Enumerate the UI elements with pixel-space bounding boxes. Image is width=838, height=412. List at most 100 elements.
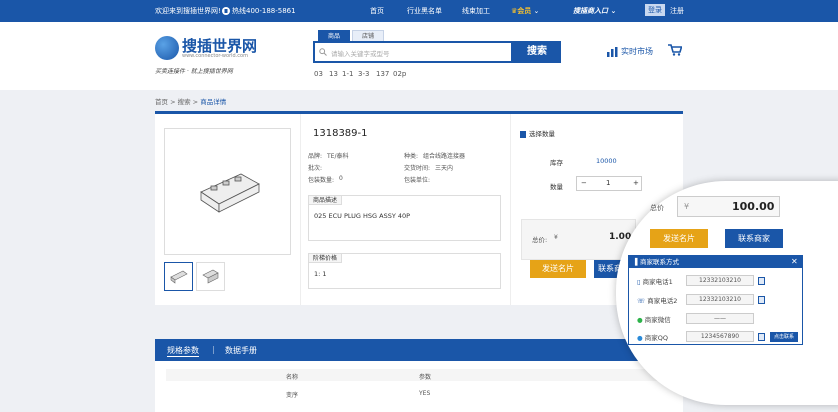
type-label: 种类: — [404, 153, 419, 160]
slogan: 买卖连接件 · 就上搜插世界网 — [155, 68, 233, 75]
description-text: 025 ECU PLUG HSG ASSY 40P — [314, 212, 411, 220]
market-link-label: 实时市场 — [621, 47, 653, 56]
ladder-price-box: 阶梯价格 1: 1 — [308, 253, 501, 289]
breadcrumb: 首页 > 搜索 > 商品详情 — [155, 96, 226, 106]
doc-icon — [520, 130, 526, 138]
register-link[interactable]: 注册 — [670, 6, 684, 16]
header-name: 名称 — [286, 374, 299, 381]
hotline: 热线400-188-5861 — [222, 6, 296, 16]
nav-member[interactable]: ♛会员 ⌄ — [511, 6, 539, 16]
welcome-text: 欢迎来到搜插世界网! — [155, 7, 221, 15]
breadcrumb-search[interactable]: 搜索 — [178, 98, 191, 106]
search-placeholder: 请输入关键字或型号 — [331, 50, 390, 58]
copy-icon[interactable] — [758, 277, 765, 285]
qq-icon: ● — [637, 334, 643, 342]
breadcrumb-separator: > — [170, 98, 178, 106]
phone1-label: 商家电话1 — [642, 278, 673, 286]
zoom-send-card-button[interactable]: 发送名片 — [650, 229, 708, 248]
copy-icon[interactable] — [758, 296, 765, 304]
hot-keyword[interactable]: 1-1 — [342, 70, 353, 78]
quantity-heading-text: 选择数量 — [529, 130, 555, 138]
delivery-value: 三天内 — [435, 165, 454, 172]
wechat-icon: ● — [637, 316, 643, 324]
cart-icon[interactable] — [668, 44, 682, 56]
qq-field: 1234567890 — [686, 331, 754, 342]
product-image[interactable] — [164, 128, 291, 255]
phone1-field: 12332103210 — [686, 275, 754, 286]
brand-value: TE/泰科 — [327, 153, 349, 160]
pack-qty-value: 0 — [339, 175, 343, 182]
contact-panel: ▌商家联系方式 ✕ ▯ 商家电话1 12332103210 ☏ 商家电话2 12… — [628, 255, 803, 345]
nav-seller-entry[interactable]: 搜插商入口 ⌄ — [573, 6, 616, 16]
qty-plus-button[interactable]: + — [633, 179, 639, 187]
nav-member-label: 会员 — [517, 7, 532, 15]
total-label: 总价: — [532, 236, 548, 244]
brand-label: 品牌: — [308, 153, 323, 160]
thumbnail[interactable] — [196, 262, 225, 291]
wechat-label: 商家微信 — [644, 316, 671, 324]
currency: ¥ — [554, 234, 558, 241]
ladder-price-text: 1: 1 — [314, 270, 327, 278]
hot-keyword[interactable]: 03 — [314, 70, 323, 78]
qq-row: ● 商家QQ — [637, 332, 668, 342]
part-number: 1318389-1 — [313, 128, 368, 139]
search-tab-products[interactable]: 商品 — [318, 30, 350, 41]
contact-panel-title: 商家联系方式 — [640, 258, 679, 266]
tab-datasheet[interactable]: 数据手册 — [225, 345, 257, 356]
hot-keyword[interactable]: 3-3 — [358, 70, 369, 78]
row-name: 变序 — [286, 392, 299, 399]
quantity-stepper: − 1 + — [576, 176, 642, 191]
send-card-button[interactable]: 发送名片 — [530, 260, 586, 278]
delivery-label: 交货时间: — [404, 165, 431, 172]
market-link[interactable]: 实时市场 — [607, 46, 653, 57]
zoom-total-value: 100.00 — [732, 200, 775, 213]
phone2-row: ☏ 商家电话2 — [637, 295, 677, 305]
description-box: 商品描述 025 ECU PLUG HSG ASSY 40P — [308, 195, 501, 241]
hot-keyword[interactable]: 137 — [376, 70, 389, 78]
nav-blacklist[interactable]: 行业黑名单 — [407, 6, 442, 16]
qq-label: 商家QQ — [644, 334, 668, 342]
hot-keyword[interactable]: 13 — [329, 70, 338, 78]
phone1-row: ▯ 商家电话1 — [637, 276, 673, 286]
header-value: 参数 — [419, 374, 432, 381]
type-value: 组合线路连接器 — [423, 153, 466, 160]
stock-value: 10000 — [596, 157, 617, 165]
mobile-icon: ▯ — [637, 278, 641, 286]
zoom-contact-button[interactable]: 联系商家 — [725, 229, 783, 248]
header: 搜插世界网 www.connector-world.com 买卖连接件 · 就上… — [0, 22, 838, 90]
hot-keyword[interactable]: 02p — [393, 70, 406, 78]
qty-label: 数量 — [550, 183, 563, 191]
top-bar: 欢迎来到搜插世界网! 热线400-188-5861 首页 行业黑名单 线束加工 … — [0, 0, 838, 22]
close-icon[interactable]: ✕ — [791, 257, 798, 266]
price-box: 总价: ¥ 1.00 — [521, 219, 636, 260]
tab-specs[interactable]: 规格参数 — [167, 345, 199, 357]
pack-qty-label: 包装数量: — [308, 177, 335, 184]
batch-label: 批次: — [308, 165, 323, 172]
logo-globe-icon[interactable] — [155, 36, 179, 60]
zoom-total-label: 总价 — [650, 204, 664, 212]
pack-unit-label: 包装单位: — [404, 177, 431, 184]
phone-icon: ☏ — [637, 297, 646, 305]
breadcrumb-home[interactable]: 首页 — [155, 98, 168, 106]
search-button[interactable]: 搜索 — [513, 41, 561, 63]
tab-separator: | — [212, 345, 215, 354]
search-input[interactable]: 请输入关键字或型号 — [313, 41, 513, 63]
spec-table: 名称 参数 变序 YES — [155, 361, 683, 412]
nav-harness[interactable]: 线束加工 — [462, 6, 490, 16]
qq-contact-button[interactable]: 点击联系 — [770, 332, 798, 342]
copy-icon[interactable] — [758, 333, 765, 341]
login-link[interactable]: 登录 — [645, 4, 665, 16]
divider — [510, 114, 511, 305]
search-tab-shops[interactable]: 店铺 — [352, 30, 384, 41]
connector-thumb — [202, 269, 219, 284]
nav-home[interactable]: 首页 — [370, 6, 384, 16]
connector-thumb — [170, 270, 188, 284]
ladder-price-tab[interactable]: 阶梯价格 — [308, 253, 343, 263]
hotline-text: 热线400-188-5861 — [232, 7, 296, 15]
search-icon — [319, 48, 327, 56]
thumbnail[interactable] — [164, 262, 193, 291]
qty-input[interactable]: 1 — [606, 179, 610, 187]
phone-icon — [222, 7, 230, 15]
qty-minus-button[interactable]: − — [581, 179, 587, 187]
description-tab[interactable]: 商品描述 — [308, 195, 343, 205]
